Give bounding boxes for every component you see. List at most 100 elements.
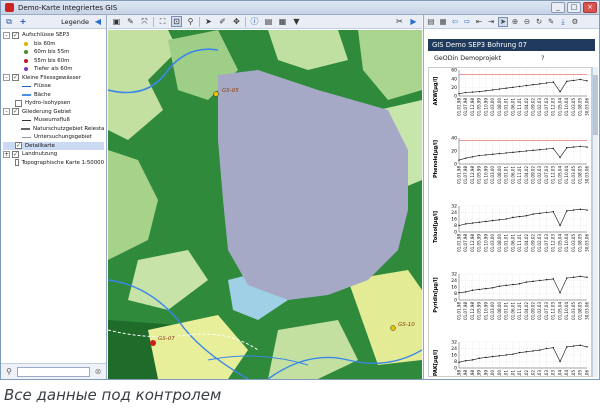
x-tick-label: 01.08.00	[497, 234, 502, 252]
minimize-button[interactable]: _	[551, 2, 565, 13]
legend-item[interactable]: Museumsfluß	[3, 116, 104, 125]
zoom-in-icon[interactable]: ⊕	[510, 17, 520, 27]
legend-item-label: Kleine Fliessgewässer	[22, 74, 81, 81]
forward-icon[interactable]: ⇨	[462, 17, 472, 27]
save-icon[interactable]: ▣	[111, 16, 122, 27]
legend-item[interactable]: Topographische Karte 1:50000	[3, 159, 104, 168]
y-tick-label: 40	[451, 136, 457, 142]
x-tick-label: 01.09.02	[531, 234, 536, 252]
last-page-icon[interactable]: ⇥	[486, 17, 496, 27]
legend-item[interactable]: Flüsse	[3, 82, 104, 91]
expand-right-icon[interactable]: ▶	[408, 16, 419, 27]
y-tick-label: 20	[451, 85, 457, 91]
data-point	[579, 78, 581, 81]
data-point	[545, 211, 548, 214]
point-symbol-icon	[21, 49, 31, 55]
x-tick-label: 01.08.05	[578, 302, 583, 320]
maximize-button[interactable]: □	[567, 2, 581, 13]
zoom-box-icon[interactable]: ⊡	[171, 16, 182, 27]
map-canvas[interactable]: GS-05 GS-07 GS-10	[108, 30, 422, 379]
legend-item[interactable]: ✓ Detailkarte	[3, 141, 104, 150]
zoom-out-icon[interactable]: ⊖	[522, 17, 532, 27]
x-tick-label: 01.01.01	[504, 234, 509, 252]
x-tick-label: 01.08.05	[578, 166, 583, 184]
data-point	[566, 147, 568, 149]
move-icon[interactable]: ✥	[231, 16, 242, 27]
report-panel: ▤ ▦ ⇦ ⇨ ⇤ ⇥ ➤ ⊕ ⊖ ↻ ✎ ⤓ ⚙ GIS Demo SEP3 …	[423, 15, 599, 379]
data-point	[586, 209, 588, 211]
settings-icon[interactable]: ⚙	[570, 17, 580, 27]
legend-item-label: Aufschlüsse SEP3	[22, 32, 70, 39]
legend-item[interactable]: - ✓ Gliederung Gebiet	[3, 108, 104, 117]
chart-icon[interactable]: ▤	[263, 16, 274, 27]
layer-checkbox[interactable]: ✓	[12, 31, 19, 39]
close-button[interactable]: ×	[583, 2, 597, 13]
collapse-icon[interactable]: -	[3, 74, 10, 82]
x-tick-label: 30.03.06	[584, 302, 589, 320]
zoom-extent-icon[interactable]: ⛶	[157, 16, 168, 27]
x-tick-label: 01.03.05	[571, 370, 576, 377]
x-tick-label: 01.08.05	[578, 98, 583, 116]
data-point	[505, 87, 507, 89]
info-icon[interactable]: ⓘ	[249, 16, 260, 27]
report-scrollbar[interactable]	[592, 67, 598, 377]
pin-icon[interactable]: ✎	[125, 16, 136, 27]
first-page-icon[interactable]: ⇤	[474, 17, 484, 27]
layer-checkbox[interactable]	[15, 99, 22, 107]
zoom-icon[interactable]: ⚲	[185, 16, 196, 27]
refresh-icon[interactable]: ↻	[534, 17, 544, 27]
layer-checkbox[interactable]: ✓	[15, 142, 22, 150]
data-point	[471, 359, 474, 361]
pointer-icon[interactable]: ➤	[498, 16, 508, 27]
layer-checkbox[interactable]: ✓	[12, 74, 19, 82]
data-point	[572, 209, 575, 211]
draw-icon[interactable]: ✐	[217, 16, 228, 27]
pointer-icon[interactable]: ➤	[203, 16, 214, 27]
legend-item[interactable]: Tiefer als 60m	[3, 65, 104, 74]
legend-item[interactable]: 55m bis 60m	[3, 57, 104, 66]
page-indicator: ?	[541, 54, 545, 62]
x-tick-label: 01.01.98	[456, 234, 461, 252]
legend-item[interactable]: - ✓ Kleine Fliessgewässer	[3, 74, 104, 83]
data-point	[505, 152, 507, 154]
layers-icon[interactable]: ⧉	[4, 17, 14, 27]
legend-search-input[interactable]	[17, 366, 90, 377]
legend-item[interactable]: Naturschutzgebiet Reiestadt	[3, 125, 104, 134]
layer-checkbox[interactable]: ✓	[12, 108, 19, 116]
properties-icon[interactable]: ✎	[546, 17, 556, 27]
y-tick-label: 24	[451, 346, 457, 352]
data-point	[545, 82, 548, 84]
x-tick-label: 01.03.00	[490, 234, 495, 252]
layer-checkbox[interactable]	[15, 159, 19, 167]
legend-item[interactable]: Hydro-Isohypsen	[3, 99, 104, 108]
legend-item[interactable]: - ✓ Aufschlüsse SEP3	[3, 31, 104, 40]
collapse-icon[interactable]: -	[3, 108, 10, 116]
collapse-icon[interactable]: -	[3, 31, 10, 39]
legend-item[interactable]: 60m bis 55m	[3, 48, 104, 57]
expand-icon[interactable]: +	[3, 150, 10, 158]
add-layer-icon[interactable]: +	[18, 17, 28, 27]
print-icon[interactable]: ▤	[426, 17, 436, 27]
legend-item-label: Bäche	[34, 91, 51, 98]
chart-ylabel: PAK[µg/l]	[433, 350, 439, 376]
layer-checkbox[interactable]: ✓	[12, 150, 19, 158]
legend-item[interactable]: + ✓ Landnutzung	[3, 150, 104, 159]
clear-icon[interactable]: ⊗	[93, 367, 103, 377]
export-icon[interactable]: ⤓	[558, 17, 568, 27]
y-tick-label: 32	[451, 204, 457, 210]
table-icon[interactable]: ▦	[277, 16, 288, 27]
legend-item[interactable]: bis 60m	[3, 40, 104, 49]
x-tick-label: 01.02.03	[537, 234, 542, 252]
collapse-arrow-icon[interactable]: ◀	[93, 17, 103, 27]
data-point	[491, 153, 494, 155]
filter-icon[interactable]: ▼	[291, 16, 302, 27]
print-preview-icon[interactable]: ▦	[438, 17, 448, 27]
point-symbol-icon	[21, 58, 31, 64]
scroll-thumb[interactable]	[593, 75, 598, 135]
legend-item[interactable]: Bäche	[3, 91, 104, 100]
legend-item[interactable]: Untersuchungsgebiet	[3, 133, 104, 142]
map-toolbar: ▣ ✎ ⤧ ⛶ ⊡ ⚲ ➤ ✐ ✥ ⓘ ▤ ▦ ▼ ✂ ▶	[108, 15, 422, 29]
measure-icon[interactable]: ✂	[394, 16, 405, 27]
select-tool-icon[interactable]: ⤧	[139, 16, 150, 27]
back-icon[interactable]: ⇦	[450, 17, 460, 27]
